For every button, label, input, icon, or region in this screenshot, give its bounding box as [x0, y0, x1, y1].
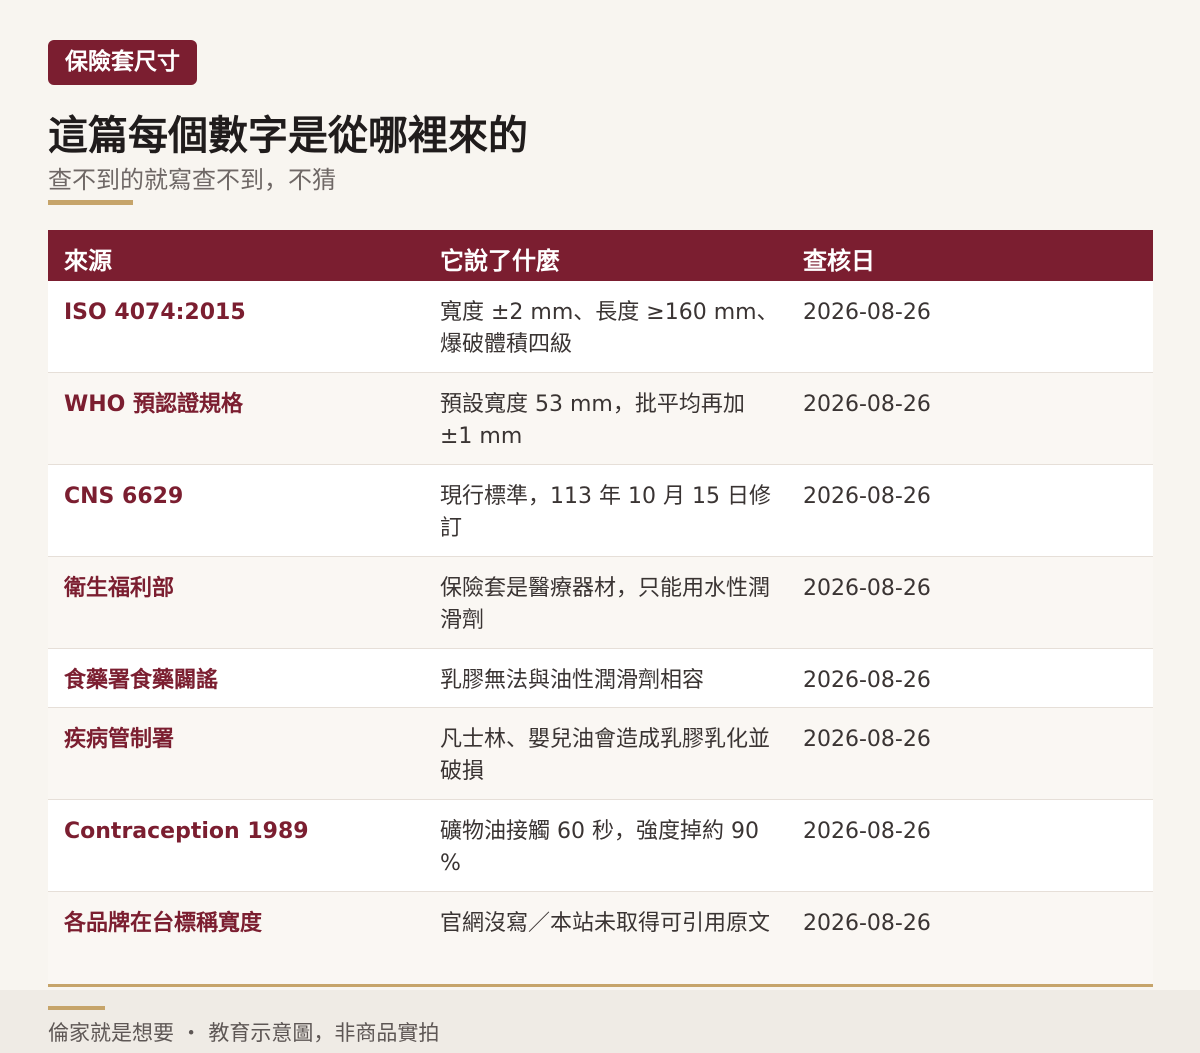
- table-row: 各品牌在台標稱寬度 官網沒寫／本站未取得可引用原文 2026-08-26: [48, 892, 1153, 984]
- row-date: 2026-08-26: [803, 668, 931, 693]
- row-source: ISO 4074:2015: [64, 300, 246, 325]
- page-title: 這篇每個數字是從哪裡來的: [48, 113, 528, 159]
- table-row: 疾病管制署 凡士林、嬰兒油會造成乳膠乳化並破損 2026-08-26: [48, 708, 1153, 800]
- row-source: 食藥署食藥闢謠: [64, 668, 219, 693]
- row-claim: 凡士林、嬰兒油會造成乳膠乳化並破損: [440, 727, 771, 784]
- row-claim: 預設寬度 53 mm，批平均再加 ±1 mm: [440, 392, 745, 449]
- footer-divider: [48, 1006, 105, 1010]
- row-source: 疾病管制署: [64, 727, 175, 752]
- row-source: WHO 預認證規格: [64, 392, 244, 417]
- row-claim: 礦物油接觸 60 秒，強度掉約 90 %: [440, 819, 759, 876]
- row-claim: 保險套是醫療器材，只能用水性潤滑劑: [440, 576, 771, 633]
- footer-caption: 倫家就是想要 ・ 教育示意圖，非商品實拍: [48, 1021, 440, 1045]
- row-claim: 官網沒寫／本站未取得可引用原文: [440, 911, 771, 936]
- row-claim: 寬度 ±2 mm、長度 ≥160 mm、爆破體積四級: [440, 300, 779, 357]
- row-source: 各品牌在台標稱寬度: [64, 911, 263, 936]
- row-source: CNS 6629: [64, 484, 184, 509]
- header-date: 查核日: [803, 247, 875, 275]
- sources-table: 來源 它說了什麼 查核日 ISO 4074:2015 寬度 ±2 mm、長度 ≥…: [48, 230, 1153, 987]
- row-date: 2026-08-26: [803, 576, 931, 601]
- table-row: Contraception 1989 礦物油接觸 60 秒，強度掉約 90 % …: [48, 800, 1153, 892]
- category-tag: 保險套尺寸: [48, 40, 197, 85]
- page-subtitle: 查不到的就寫查不到，不猜: [48, 166, 336, 194]
- row-claim: 乳膠無法與油性潤滑劑相容: [440, 668, 705, 693]
- table-header: 來源 它說了什麼 查核日: [48, 230, 1153, 281]
- row-source: 衛生福利部: [64, 576, 175, 601]
- table-row: 食藥署食藥闢謠 乳膠無法與油性潤滑劑相容 2026-08-26: [48, 649, 1153, 708]
- row-date: 2026-08-26: [803, 819, 931, 844]
- header-source: 來源: [64, 247, 112, 275]
- row-source: Contraception 1989: [64, 819, 309, 844]
- row-date: 2026-08-26: [803, 727, 931, 752]
- row-date: 2026-08-26: [803, 300, 931, 325]
- table-row: WHO 預認證規格 預設寬度 53 mm，批平均再加 ±1 mm 2026-08…: [48, 373, 1153, 465]
- table-row: CNS 6629 現行標準，113 年 10 月 15 日修訂 2026-08-…: [48, 465, 1153, 557]
- header-claim: 它說了什麼: [440, 247, 560, 275]
- title-divider: [48, 200, 133, 205]
- table-row: ISO 4074:2015 寬度 ±2 mm、長度 ≥160 mm、爆破體積四級…: [48, 281, 1153, 373]
- row-date: 2026-08-26: [803, 484, 931, 509]
- row-date: 2026-08-26: [803, 392, 931, 417]
- row-date: 2026-08-26: [803, 911, 931, 936]
- table-row: 衛生福利部 保險套是醫療器材，只能用水性潤滑劑 2026-08-26: [48, 557, 1153, 649]
- row-claim: 現行標準，113 年 10 月 15 日修訂: [440, 484, 771, 541]
